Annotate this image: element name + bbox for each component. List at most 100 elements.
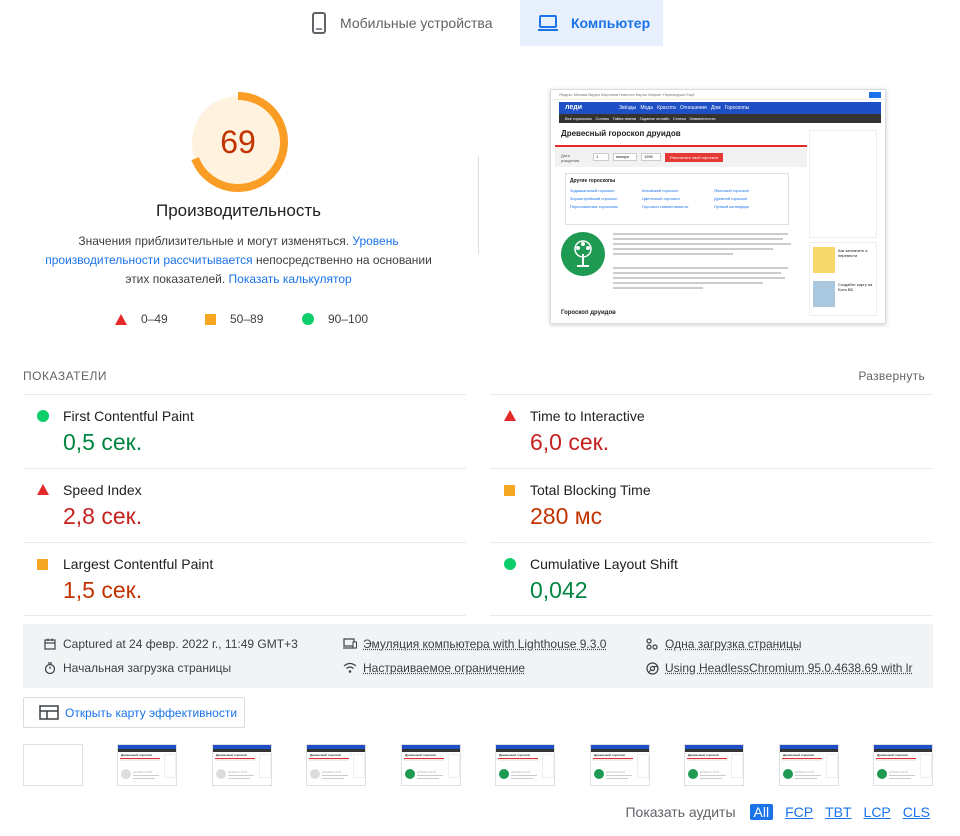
- screenshot-link: Зодиакальный гороскоп: [570, 188, 615, 193]
- metric-value: 0,042: [530, 577, 588, 603]
- info-throttling-link[interactable]: Настраиваемое ограничение: [363, 661, 525, 675]
- info-captured-text: Captured at 24 февр. 2022 г., 11:49 GMT+…: [63, 637, 298, 651]
- filter-fcp[interactable]: FCP: [785, 804, 813, 820]
- screenshot-form-day: 1: [593, 153, 609, 161]
- treemap-icon: [39, 705, 59, 720]
- screenshot-side-ad2: Создайте карту на Бота ВБ: [838, 282, 873, 292]
- metric-name: Cumulative Layout Shift: [530, 556, 678, 572]
- screenshot-link: Цветочный гороскоп: [642, 196, 680, 201]
- metric-tbt: Total Blocking Time 280 мс: [490, 468, 933, 542]
- circle-icon: [302, 313, 314, 325]
- screenshot-subnav-item: Тайна имени: [612, 116, 637, 121]
- filmstrip-frame-text: ДРЕВЕСНЫЙ: [606, 770, 626, 774]
- metrics-title: ПОКАЗАТЕЛИ: [23, 369, 107, 383]
- final-screenshot[interactable]: Яндекс Москва Видео Картинки Новости Кар…: [550, 89, 886, 324]
- filmstrip-frame-heading: Древесный гороскоп: [405, 753, 437, 757]
- view-treemap-button[interactable]: Открыть карту эффективности: [23, 697, 245, 728]
- metric-lcp: Largest Contentful Paint 1,5 сек.: [23, 542, 466, 616]
- screenshot-subnav-text: Все гороскопы Сонник Тайна имени Гадание…: [565, 116, 716, 121]
- screenshot-subnav-item: Знаменитости: [689, 116, 716, 121]
- screenshot-other-horoscopes: Другие гороскопы Зодиакальный гороскоп К…: [565, 173, 789, 225]
- tab-mobile[interactable]: Мобильные устройства: [300, 0, 520, 46]
- screenshot-nav-item: Красота: [657, 105, 676, 111]
- screenshot-subnav-item: Сонник: [595, 116, 609, 121]
- metrics-header: ПОКАЗАТЕЛИ Развернуть: [23, 369, 933, 383]
- expand-metrics-button[interactable]: Развернуть: [858, 369, 925, 383]
- triangle-icon: [115, 313, 127, 325]
- filmstrip-frame-text: ДРЕВЕСНЫЙ: [133, 770, 153, 774]
- view-treemap-label: Открыть карту эффективности: [65, 705, 238, 720]
- calendar-icon: [43, 637, 57, 651]
- screenshot-link: Древний гороскоп: [714, 196, 748, 201]
- timer-icon: [43, 661, 57, 675]
- filmstrip-frame-text: ДРЕВЕСНЫЙ: [322, 770, 342, 774]
- info-browser-link[interactable]: Using HeadlessChromium 95.0.4638.69 with…: [665, 661, 912, 675]
- metric-speed-index: Speed Index 2,8 сек.: [23, 468, 466, 542]
- chrome-icon: [645, 661, 659, 675]
- info-emulation-link[interactable]: Эмуляция компьютера with Lighthouse 9.3.…: [363, 637, 606, 651]
- filter-cls[interactable]: CLS: [903, 804, 930, 820]
- tab-desktop[interactable]: Компьютер: [520, 0, 663, 46]
- info-single-load: Одна загрузка страницы: [645, 637, 802, 651]
- filmstrip-frame: Древесный гороскоп ДРЕВЕСНЫЙ: [401, 744, 461, 786]
- nodes-icon: [645, 637, 659, 651]
- filter-lcp[interactable]: LCP: [864, 804, 891, 820]
- legend-label: 50–89: [230, 312, 264, 326]
- metric-cls: Cumulative Layout Shift 0,042: [490, 542, 933, 616]
- screenshot-form-month: января: [613, 153, 637, 161]
- metric-value: 0,5 сек.: [63, 429, 143, 455]
- filter-tbt[interactable]: TBT: [825, 804, 851, 820]
- screenshot-other-links: Зодиакальный гороскоп Китайский гороскоп…: [570, 188, 786, 209]
- laptop-icon: [343, 637, 357, 651]
- legend-label: 90–100: [328, 312, 369, 326]
- filmstrip-frame-text: ДРЕВЕСНЫЙ: [889, 770, 909, 774]
- smartphone-icon: [310, 12, 328, 34]
- audit-filter: Показать аудиты All FCP TBT LCP CLS: [625, 804, 930, 820]
- laptop-icon: [537, 14, 559, 32]
- filmstrip: Древесный гороскоп ДРЕВЕСНЫЙ Древесный гор…: [0, 744, 960, 786]
- screenshot-ad-slot: [809, 130, 877, 238]
- triangle-icon: [504, 410, 516, 421]
- screenshot-nav-item: Гороскопы: [724, 105, 750, 111]
- runtime-info: Captured at 24 февр. 2022 г., 11:49 GMT+…: [23, 624, 933, 688]
- score-legend: 0–49 50–89 90–100: [0, 312, 477, 328]
- filmstrip-frame-text: ДРЕВЕСНЫЙ: [795, 770, 815, 774]
- filmstrip-frame: Древесный гороскоп ДРЕВЕСНЫЙ: [590, 744, 650, 786]
- filmstrip-frame: Древесный гороскоп ДРЕВЕСНЫЙ: [495, 744, 555, 786]
- metric-value: 1,5 сек.: [63, 577, 143, 603]
- screenshot-login-button: [869, 92, 881, 98]
- metric-name: Speed Index: [63, 482, 142, 498]
- circle-icon: [504, 558, 516, 570]
- info-initial-load-text: Начальная загрузка страницы: [63, 661, 232, 675]
- screenshot-topbar: Яндекс Москва Видео Картинки Новости Кар…: [551, 90, 885, 100]
- performance-gauge: 69: [186, 90, 290, 194]
- legend-item-average: 50–89: [205, 312, 263, 326]
- screenshot-other-title: Другие гороскопы: [570, 178, 616, 184]
- info-single-load-link[interactable]: Одна загрузка страницы: [665, 637, 802, 651]
- screenshot-form-year: 1990: [641, 153, 661, 161]
- performance-description: Значения приблизительные и могут изменят…: [40, 232, 437, 289]
- screenshot-side-ad1: Как заплатить и перевести: [838, 248, 868, 258]
- divider: [23, 615, 466, 616]
- metric-name: Time to Interactive: [530, 408, 645, 424]
- filmstrip-frame: Древесный гороскоп ДРЕВЕСНЫЙ: [684, 744, 744, 786]
- filmstrip-frame-heading: Древесный гороскоп: [877, 753, 909, 757]
- filmstrip-frame: Древесный гороскоп ДРЕВЕСНЫЙ: [306, 744, 366, 786]
- performance-title: Производительность: [155, 201, 321, 220]
- screenshot-link: Зороастрийский гороскоп: [570, 196, 618, 201]
- legend-item-fail: 0–49: [115, 312, 168, 326]
- tab-mobile-label: Мобильные устройства: [340, 15, 493, 31]
- screenshot-nav-item: Мода: [640, 105, 653, 111]
- screenshot-link: Китайский гороскоп: [642, 188, 679, 193]
- audit-filter-label: Показать аудиты: [625, 804, 736, 820]
- filter-all[interactable]: All: [749, 804, 774, 820]
- desc-text-1: Значения приблизительные и могут изменят…: [78, 234, 353, 248]
- filmstrip-frame-heading: Древесный гороскоп: [121, 753, 153, 757]
- screenshot-subnav-item: Все гороскопы: [565, 116, 593, 121]
- filmstrip-frame-text: ДРЕВЕСНЫЙ: [700, 770, 720, 774]
- filmstrip-frame: Древесный гороскоп ДРЕВЕСНЫЙ: [212, 744, 272, 786]
- square-icon: [504, 485, 515, 496]
- screenshot-subnav-item: Статьи: [672, 116, 686, 121]
- filmstrip-frame-heading: Древесный гороскоп: [216, 753, 248, 757]
- desc-link-calculator[interactable]: Показать калькулятор: [229, 272, 352, 286]
